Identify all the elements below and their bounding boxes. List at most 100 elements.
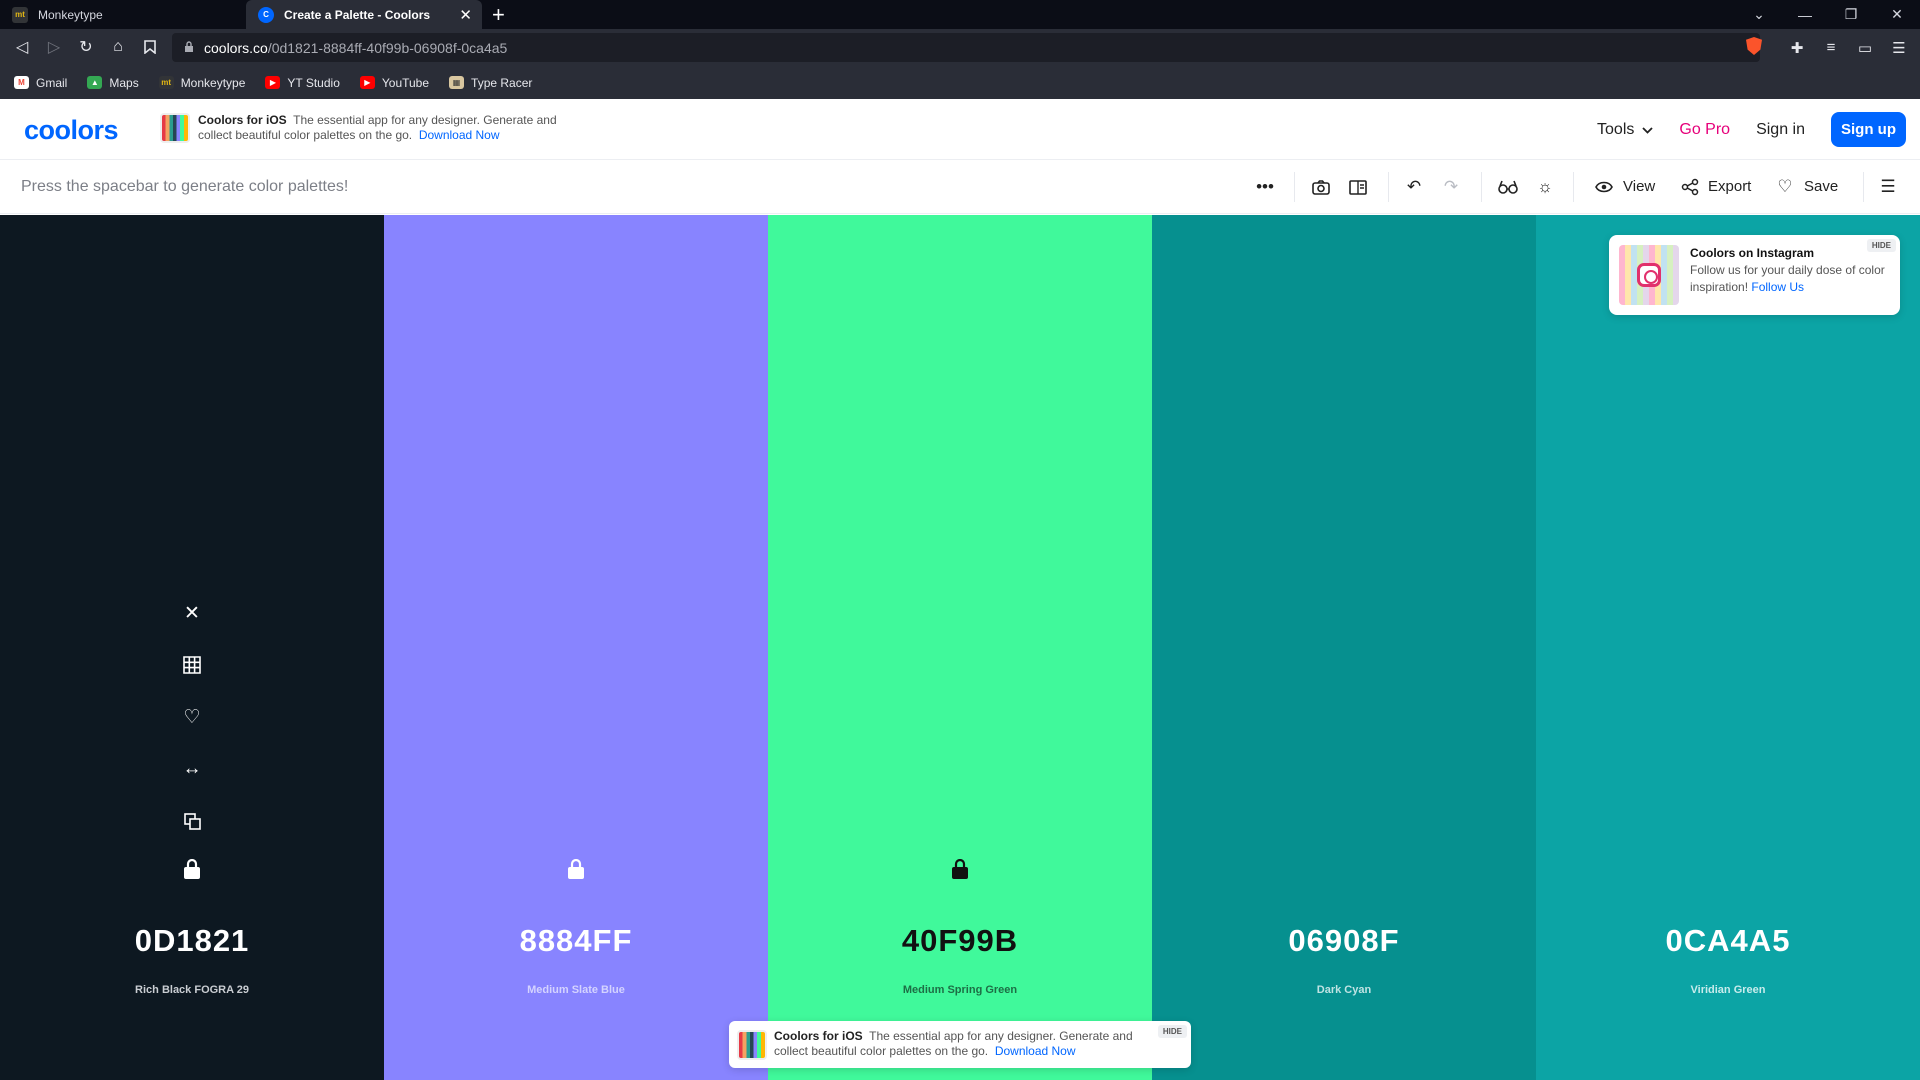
close-tab-icon[interactable]: ✕ bbox=[459, 6, 472, 24]
favorite-color-heart-icon[interactable]: ♡ bbox=[178, 703, 206, 731]
bookmark-maps[interactable]: ▲ Maps bbox=[87, 75, 139, 90]
color-swatch-2[interactable]: 8884FF Medium Slate Blue bbox=[384, 215, 768, 1080]
hex-code[interactable]: 8884FF bbox=[384, 923, 768, 959]
gmail-icon: M bbox=[14, 76, 29, 89]
ios-promo-banner[interactable]: Coolors for iOS The essential app for an… bbox=[160, 113, 578, 143]
download-now-link[interactable]: Download Now bbox=[995, 1044, 1076, 1058]
bookmark-label: Monkeytype bbox=[180, 75, 246, 90]
site-header: coolors Coolors for iOS The essential ap… bbox=[0, 99, 1920, 160]
eye-icon[interactable] bbox=[1593, 176, 1615, 198]
bookmark-label: Maps bbox=[109, 75, 139, 90]
home-icon[interactable]: ⌂ bbox=[107, 36, 129, 58]
tools-menu[interactable]: Tools bbox=[1597, 120, 1654, 139]
instagram-promo-title: Coolors on Instagram bbox=[1690, 246, 1815, 260]
redo-icon[interactable]: ↷ bbox=[1440, 176, 1462, 198]
bookmark-icon[interactable] bbox=[139, 36, 161, 58]
ios-app-thumbnail bbox=[160, 113, 190, 143]
unlock-icon[interactable] bbox=[567, 859, 585, 879]
bookmark-label: YT Studio bbox=[287, 75, 340, 90]
follow-us-link[interactable]: Follow Us bbox=[1751, 280, 1804, 294]
color-swatch-3[interactable]: 40F99B Medium Spring Green bbox=[768, 215, 1152, 1080]
yt-studio-icon: ▶ bbox=[265, 76, 281, 89]
ios-promo-text: Coolors for iOS The essential app for an… bbox=[198, 113, 578, 143]
forward-icon[interactable]: ▷ bbox=[43, 36, 65, 58]
adjust-brightness-icon[interactable]: ☼ bbox=[1534, 176, 1556, 198]
sign-in-link[interactable]: Sign in bbox=[1756, 121, 1805, 139]
hamburger-menu-icon[interactable]: ☰ bbox=[1877, 176, 1899, 198]
hex-code[interactable]: 40F99B bbox=[768, 923, 1152, 959]
camera-icon[interactable] bbox=[1310, 176, 1332, 198]
restore-icon[interactable]: ❐ bbox=[1828, 0, 1874, 29]
bookmark-type-racer[interactable]: ▦ Type Racer bbox=[449, 76, 532, 90]
download-now-link[interactable]: Download Now bbox=[419, 128, 500, 142]
unlock-icon[interactable] bbox=[183, 859, 201, 879]
color-swatch-4[interactable]: 06908F Dark Cyan bbox=[1152, 215, 1536, 1080]
monkeytype-favicon-icon: mt bbox=[12, 6, 28, 23]
view-shades-icon[interactable] bbox=[178, 651, 206, 679]
coolors-logo[interactable]: coolors bbox=[24, 115, 119, 146]
bottom-promo-title: Coolors for iOS bbox=[774, 1029, 863, 1043]
divider bbox=[1481, 172, 1482, 202]
color-blindness-glasses-icon[interactable] bbox=[1497, 176, 1519, 198]
hex-code[interactable]: 06908F bbox=[1152, 923, 1536, 959]
bookmark-label: Type Racer bbox=[471, 75, 533, 90]
hex-code[interactable]: 0CA4A5 bbox=[1536, 923, 1920, 959]
save-button[interactable]: Save bbox=[1804, 178, 1838, 195]
color-name: Medium Slate Blue bbox=[527, 984, 625, 996]
ios-promo-title: Coolors for iOS bbox=[198, 113, 287, 127]
bottom-promo-text: Coolors for iOS The essential app for an… bbox=[774, 1029, 1154, 1059]
secure-lock-icon bbox=[185, 41, 193, 52]
bottom-ios-promo[interactable]: Coolors for iOS The essential app for an… bbox=[729, 1021, 1191, 1068]
divider bbox=[1388, 172, 1389, 202]
sign-up-button[interactable]: Sign up bbox=[1831, 112, 1906, 147]
browser-toolbar: ◁ ▷ ↻ ⌂ coolors.co/0d1821-8884ff-40f99b-… bbox=[0, 29, 1920, 66]
browser-tabbar: mt Monkeytype C Create a Palette - Coolo… bbox=[0, 0, 1920, 29]
tab-coolors[interactable]: C Create a Palette - Coolors ✕ bbox=[246, 0, 482, 29]
extensions-icon[interactable]: ✚ bbox=[1788, 39, 1806, 57]
ios-app-thumbnail bbox=[737, 1030, 767, 1060]
hex-code[interactable]: 0D1821 bbox=[0, 923, 384, 959]
close-window-icon[interactable]: ✕ bbox=[1874, 0, 1920, 29]
tab-title: Create a Palette - Coolors bbox=[284, 7, 431, 22]
remove-color-icon[interactable]: ✕ bbox=[178, 599, 206, 627]
spacebar-hint: Press the spacebar to generate color pal… bbox=[21, 178, 349, 195]
drag-move-icon[interactable]: ↔ bbox=[178, 755, 206, 783]
type-racer-icon: ▦ bbox=[449, 76, 465, 89]
bookmark-monkeytype[interactable]: mt Monkeytype bbox=[158, 75, 246, 90]
maps-icon: ▲ bbox=[87, 76, 103, 89]
heart-icon[interactable]: ♡ bbox=[1774, 176, 1796, 198]
go-pro-link[interactable]: Go Pro bbox=[1679, 121, 1730, 139]
unlock-icon[interactable] bbox=[951, 859, 969, 879]
undo-icon[interactable]: ↶ bbox=[1403, 176, 1425, 198]
color-swatch-1[interactable]: ✕ ♡ ↔ 0D1821 Rich Black FOGRA 29 bbox=[0, 215, 384, 1080]
share-icon[interactable] bbox=[1679, 176, 1701, 198]
divider bbox=[1294, 172, 1295, 202]
address-bar[interactable]: coolors.co/0d1821-8884ff-40f99b-06908f-0… bbox=[172, 33, 1760, 62]
color-name: Medium Spring Green bbox=[902, 984, 1018, 996]
back-icon[interactable]: ◁ bbox=[11, 36, 33, 58]
export-button[interactable]: Export bbox=[1708, 178, 1751, 195]
wallet-icon[interactable]: ▭ bbox=[1856, 39, 1874, 57]
reload-icon[interactable]: ↻ bbox=[75, 36, 97, 58]
minimize-icon[interactable]: — bbox=[1782, 0, 1828, 29]
hide-instagram-button[interactable]: HIDE bbox=[1866, 239, 1896, 252]
playlist-icon[interactable]: ≡ bbox=[1822, 39, 1840, 57]
bookmark-yt-studio[interactable]: ▶ YT Studio bbox=[265, 75, 340, 90]
tools-label: Tools bbox=[1597, 120, 1635, 138]
hide-bottom-promo-button[interactable]: HIDE bbox=[1157, 1025, 1187, 1038]
youtube-icon: ▶ bbox=[359, 76, 375, 89]
menu-icon[interactable]: ☰ bbox=[1890, 39, 1908, 57]
more-options-icon[interactable]: ••• bbox=[1254, 176, 1276, 198]
palette-view-icon[interactable] bbox=[1347, 176, 1369, 198]
tab-search-icon[interactable]: ⌄ bbox=[1736, 0, 1782, 29]
copy-hex-icon[interactable] bbox=[178, 807, 206, 835]
instagram-icon bbox=[1637, 263, 1661, 287]
color-swatch-5[interactable]: 0CA4A5 Viridian Green bbox=[1536, 215, 1920, 1080]
bookmark-gmail[interactable]: M Gmail bbox=[14, 76, 67, 90]
tab-monkeytype[interactable]: mt Monkeytype bbox=[0, 0, 246, 29]
bookmark-youtube[interactable]: ▶ YouTube bbox=[359, 76, 429, 90]
chevron-down-icon bbox=[1642, 121, 1654, 139]
view-button[interactable]: View bbox=[1623, 178, 1655, 195]
new-tab-icon[interactable]: + bbox=[492, 2, 505, 28]
instagram-promo-card[interactable]: Coolors on Instagram Follow us for your … bbox=[1609, 235, 1900, 315]
